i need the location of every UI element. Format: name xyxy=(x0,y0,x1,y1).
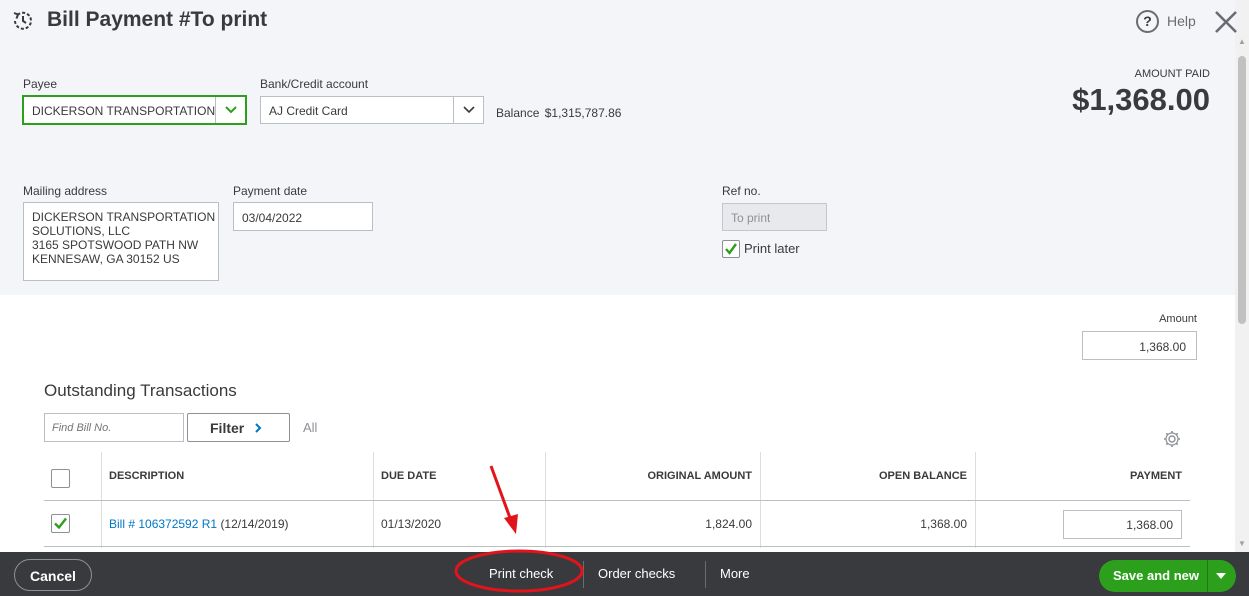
payment-date-value: 03/04/2022 xyxy=(242,211,303,225)
print-later-checkbox[interactable] xyxy=(722,240,740,258)
save-and-new-button[interactable]: Save and new xyxy=(1099,560,1236,592)
footer-divider xyxy=(705,561,706,588)
balance-label: Balance xyxy=(496,106,540,120)
ref-no-placeholder: To print xyxy=(731,211,771,225)
filter-button[interactable]: Filter xyxy=(187,413,290,442)
outstanding-transactions-title: Outstanding Transactions xyxy=(44,381,237,400)
column-header-open-balance[interactable]: OPEN BALANCE xyxy=(780,470,967,482)
bank-account-label: Bank/Credit account xyxy=(260,77,369,91)
gear-icon[interactable] xyxy=(1162,429,1182,449)
caret-down-icon[interactable] xyxy=(1215,572,1227,580)
mailing-address-line: SOLUTIONS, LLC xyxy=(32,224,131,238)
amount-label: Amount xyxy=(1159,313,1197,325)
bill-link[interactable]: Bill # 106372592 R1 xyxy=(109,517,217,531)
page-title: Bill Payment #To print xyxy=(47,8,268,31)
balance-value: $1,315,787.86 xyxy=(544,106,622,120)
bank-account-dropdown-button[interactable] xyxy=(453,97,483,123)
checkmark-icon xyxy=(54,517,67,530)
mailing-address-line: KENNESAW, GA 30152 US xyxy=(32,252,180,266)
select-all-checkbox[interactable] xyxy=(51,469,70,488)
split-divider xyxy=(1207,560,1208,592)
row-checkbox[interactable] xyxy=(51,514,70,533)
mailing-address-label: Mailing address xyxy=(23,184,108,198)
row-open-balance: 1,368.00 xyxy=(920,517,967,531)
chevron-right-icon xyxy=(255,423,262,433)
amount-paid-value: $1,368.00 xyxy=(1072,82,1210,117)
checkmark-icon xyxy=(725,243,737,255)
filter-state: All xyxy=(303,420,318,435)
ref-no-label: Ref no. xyxy=(722,184,761,198)
column-header-payment[interactable]: PAYMENT xyxy=(990,470,1182,482)
ref-no-input[interactable]: To print xyxy=(722,203,827,231)
row-due-date: 01/13/2020 xyxy=(381,517,442,531)
mailing-address-line: 3165 SPOTSWOOD PATH NW xyxy=(32,238,199,252)
save-and-new-label: Save and new xyxy=(1113,568,1199,583)
scroll-up-arrow-icon[interactable]: ▲ xyxy=(1238,38,1246,46)
balance-display: Balance $1,315,787.86 xyxy=(496,106,621,120)
payee-value: DICKERSON TRANSPORTATION S xyxy=(32,104,215,118)
chevron-down-icon xyxy=(225,106,237,114)
payment-date-input[interactable]: 03/04/2022 xyxy=(233,202,373,231)
mailing-address-textarea[interactable]: DICKERSON TRANSPORTATION SOLUTIONS, LLC … xyxy=(23,202,219,281)
filter-label: Filter xyxy=(210,420,245,436)
close-icon[interactable] xyxy=(1213,9,1239,35)
payee-label: Payee xyxy=(23,77,58,91)
chevron-down-icon xyxy=(463,106,475,114)
cancel-label: Cancel xyxy=(30,568,76,584)
row-payment-input[interactable]: 1,368.00 xyxy=(1063,510,1182,539)
help-icon[interactable]: ? xyxy=(1136,10,1159,33)
history-icon[interactable] xyxy=(11,9,35,33)
scrollbar-thumb[interactable] xyxy=(1238,56,1246,324)
row-payment-value: 1,368.00 xyxy=(1126,518,1173,532)
scroll-down-arrow-icon[interactable]: ▼ xyxy=(1238,540,1246,548)
amount-input[interactable]: 1,368.00 xyxy=(1082,331,1197,360)
order-checks-button[interactable]: Order checks xyxy=(598,566,675,581)
amount-value: 1,368.00 xyxy=(1139,340,1186,354)
payment-date-label: Payment date xyxy=(233,184,308,198)
column-header-due-date[interactable]: DUE DATE xyxy=(381,470,436,482)
cancel-button[interactable]: Cancel xyxy=(14,559,92,591)
print-later-label: Print later xyxy=(744,241,800,256)
help-label[interactable]: Help xyxy=(1167,13,1196,29)
column-header-description[interactable]: DESCRIPTION xyxy=(109,470,184,482)
amount-paid-label: AMOUNT PAID xyxy=(1134,68,1210,80)
bank-account-select[interactable]: AJ Credit Card xyxy=(260,96,484,124)
mailing-address-line: DICKERSON TRANSPORTATION xyxy=(32,210,216,224)
payee-dropdown-button[interactable] xyxy=(215,97,245,123)
header-divider xyxy=(44,500,1190,501)
bank-account-value: AJ Credit Card xyxy=(269,104,348,118)
find-bill-input[interactable] xyxy=(44,413,184,442)
more-button[interactable]: More xyxy=(720,566,750,581)
row-divider xyxy=(44,546,1190,547)
bill-date: (12/14/2019) xyxy=(220,517,289,531)
row-description: Bill # 106372592 R1 (12/14/2019) xyxy=(109,517,289,531)
annotation-circle-icon xyxy=(454,549,584,593)
payee-select[interactable]: DICKERSON TRANSPORTATION S xyxy=(22,95,247,125)
